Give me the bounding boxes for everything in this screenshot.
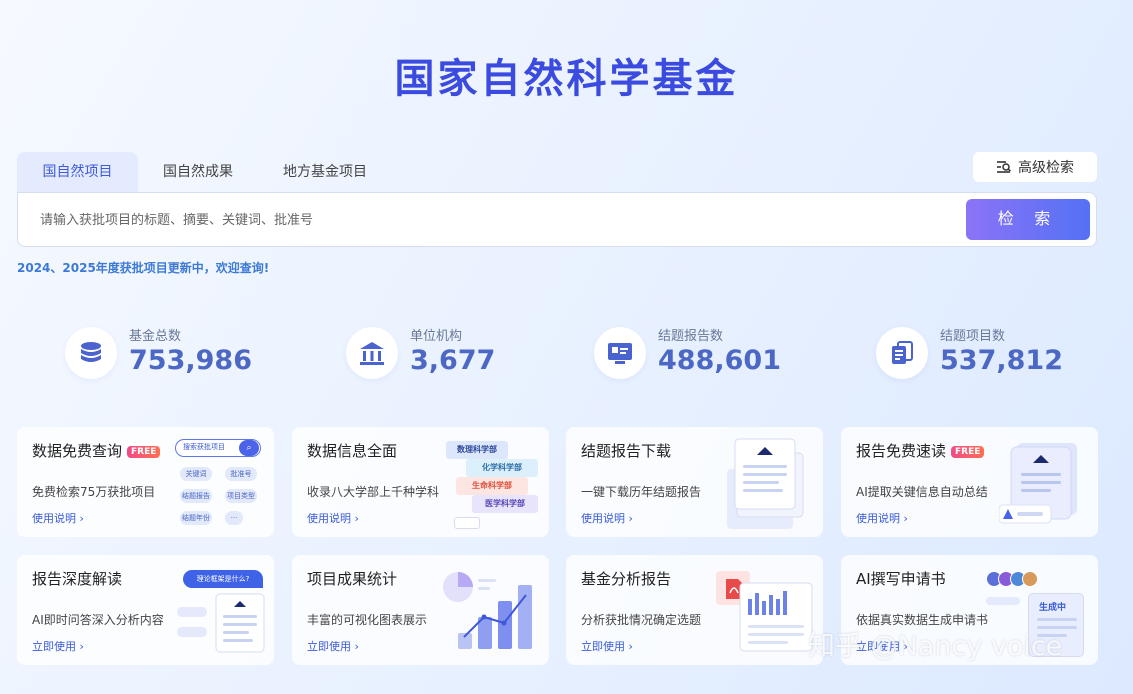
feature-card-result-statistics[interactable]: 项目成果统计 丰富的可视化图表展示 立即使用 ›	[292, 555, 549, 665]
placeholder-tag	[454, 517, 480, 529]
card-title: 报告深度解读	[32, 570, 123, 588]
stat-final-reports: 结题报告数 488,601	[594, 325, 814, 381]
chat-bubble: 理论框架是什么?	[183, 570, 263, 588]
card-description: AI提取关键信息自动总结	[856, 485, 988, 499]
filter-tag: 结题报告	[180, 489, 212, 503]
search-tabs: 国自然项目 国自然成果 地方基金项目	[17, 152, 392, 192]
card-link[interactable]: 使用说明 ›	[856, 510, 908, 526]
card-link[interactable]: 使用说明 ›	[307, 510, 359, 526]
search-bar: 检 索	[17, 192, 1097, 247]
watermark: 知乎 @Nancy voice	[808, 631, 1063, 662]
chevron-right-icon: ›	[354, 512, 359, 525]
card-description: 免费检索75万获批项目	[32, 485, 156, 499]
department-tag: 化学科学部	[466, 459, 538, 477]
stat-value: 537,812	[940, 345, 1063, 376]
feature-card-fund-analysis[interactable]: 基金分析报告 分析获批情况确定选题 立即使用 ›	[566, 555, 823, 665]
chevron-right-icon: ›	[79, 512, 84, 525]
card-illustration: 理论框架是什么?	[177, 567, 269, 657]
chat-placeholder	[177, 607, 207, 617]
card-link[interactable]: 使用说明 ›	[581, 510, 633, 526]
feature-card-report-download[interactable]: 结题报告下载 一键下载历年结题报告 使用说明 ›	[566, 427, 823, 537]
card-title: 基金分析报告	[581, 570, 672, 588]
free-badge: FREE	[127, 446, 161, 458]
card-link[interactable]: 立即使用 ›	[307, 638, 359, 654]
bar-chart-icon	[443, 572, 532, 649]
free-badge: FREE	[951, 446, 985, 458]
stat-value: 753,986	[129, 345, 252, 376]
advanced-search-button[interactable]: 高级检索	[973, 152, 1097, 182]
stat-value: 3,677	[410, 345, 496, 376]
search-button[interactable]: 检 索	[966, 199, 1090, 240]
card-link[interactable]: 立即使用 ›	[32, 638, 84, 654]
card-description: 分析获批情况确定选题	[581, 613, 702, 627]
stat-completed-projects: 结题项目数 537,812	[876, 325, 1096, 381]
card-title: 报告免费速读 FREE	[856, 440, 985, 461]
documents-icon	[876, 327, 928, 379]
card-description: 一键下载历年结题报告	[581, 485, 702, 499]
document-icon	[215, 593, 265, 653]
chevron-right-icon: ›	[903, 512, 908, 525]
card-title: 结题报告下载	[581, 442, 672, 460]
filter-tag: 结题年份	[180, 511, 212, 525]
tab-nsfc-results[interactable]: 国自然成果	[138, 152, 258, 192]
update-notice: 2024、2025年度获批项目更新中，欢迎查询!	[17, 261, 270, 275]
chat-placeholder	[177, 627, 207, 637]
card-illustration: 数理科学部 化学科学部 生命科学部 医学科学部	[444, 437, 544, 529]
search-input[interactable]	[40, 208, 940, 232]
stat-label: 结题报告数	[658, 329, 724, 344]
placeholder-line	[986, 597, 1020, 605]
filter-tag: ···	[225, 511, 243, 525]
generating-status: 生成中	[1039, 603, 1067, 613]
placeholder-line	[1037, 618, 1077, 621]
tab-nsfc-projects[interactable]: 国自然项目	[17, 152, 138, 192]
advanced-search-label: 高级检索	[1018, 160, 1074, 176]
chevron-right-icon: ›	[628, 640, 633, 653]
page-title: 国家自然科学基金	[394, 56, 739, 102]
feature-card-deep-interpretation[interactable]: 报告深度解读 AI即时问答深入分析内容 立即使用 › 理论框架是什么?	[17, 555, 274, 665]
filter-tag: 关键词	[180, 467, 212, 481]
department-tag: 生命科学部	[456, 477, 528, 495]
chevron-right-icon: ›	[628, 512, 633, 525]
stat-fund-total: 基金总数 753,986	[65, 325, 265, 381]
filter-tag: 批准号	[225, 467, 257, 481]
stat-label: 基金总数	[129, 329, 182, 344]
avatar-group	[986, 571, 1050, 587]
card-title: 数据免费查询 FREE	[32, 440, 161, 461]
department-tag: 医学科学部	[472, 495, 538, 513]
card-link[interactable]: 立即使用 ›	[581, 638, 633, 654]
feature-card-free-quick-read[interactable]: 报告免费速读 FREE AI提取关键信息自动总结 使用说明 ›	[841, 427, 1098, 537]
card-description: 丰富的可视化图表展示	[307, 613, 428, 627]
stat-label: 单位机构	[410, 329, 463, 344]
chevron-right-icon: ›	[354, 640, 359, 653]
card-title: AI撰写申请书	[856, 570, 946, 588]
pdf-report-icon	[716, 571, 813, 652]
tab-local-fund-projects[interactable]: 地方基金项目	[258, 152, 392, 192]
stat-value: 488,601	[658, 345, 781, 376]
institution-icon	[346, 327, 398, 379]
advanced-search-icon	[997, 161, 1011, 173]
card-title: 项目成果统计	[307, 570, 398, 588]
card-illustration: 搜索获批项目 ⌕ 关键词 批准号 结题报告 项目类型 结题年份 ···	[175, 437, 265, 529]
stat-institutions: 单位机构 3,677	[346, 325, 546, 381]
card-title: 数据信息全面	[307, 442, 398, 460]
card-link[interactable]: 使用说明 ›	[32, 510, 84, 526]
filter-tag: 项目类型	[225, 489, 257, 503]
chevron-right-icon: ›	[79, 640, 84, 653]
database-icon	[65, 327, 117, 379]
feature-card-free-query[interactable]: 数据免费查询 FREE 免费检索75万获批项目 使用说明 › 搜索获批项目 ⌕ 关…	[17, 427, 274, 537]
card-description: AI即时问答深入分析内容	[32, 613, 164, 627]
feature-card-comprehensive-data[interactable]: 数据信息全面 收录八大学部上千种学科 使用说明 › 数理科学部 化学科学部 生命…	[292, 427, 549, 537]
search-icon: ⌕	[239, 440, 259, 456]
card-description: 收录八大学部上千种学科	[307, 485, 440, 499]
report-icon	[594, 327, 646, 379]
stat-label: 结题项目数	[940, 329, 1006, 344]
ai-document-icon	[999, 443, 1077, 524]
avatar	[1022, 571, 1038, 587]
report-stack-icon	[727, 438, 804, 529]
department-tag: 数理科学部	[446, 441, 508, 459]
